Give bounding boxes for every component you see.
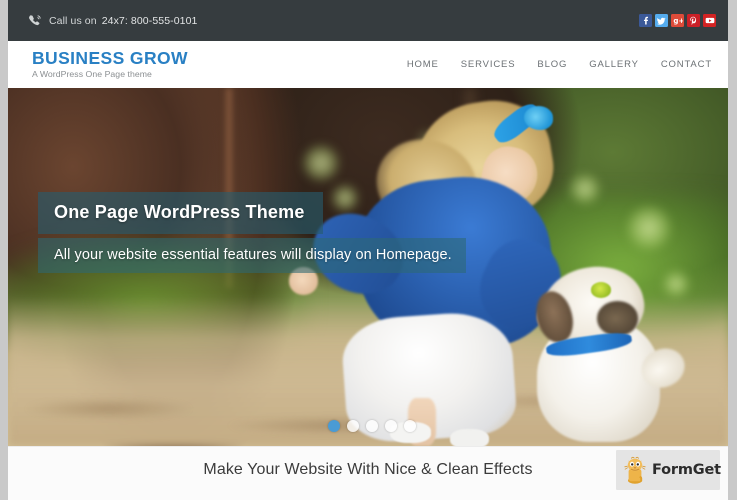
dog-snout xyxy=(596,301,639,336)
nav-item-services[interactable]: SERVICES xyxy=(461,59,516,70)
brand-title: BUSINESS GROW xyxy=(32,47,188,68)
call-label-text: Call us on xyxy=(49,14,97,27)
page-bottom-strip xyxy=(8,492,728,500)
hero-caption-title: One Page WordPress Theme xyxy=(38,192,323,234)
formget-cat-logo-icon xyxy=(622,455,648,485)
nav-item-home[interactable]: HOME xyxy=(407,59,439,70)
bottom-caption-bar: Make Your Website With Nice & Clean Effe… xyxy=(8,446,728,492)
nav-item-gallery[interactable]: GALLERY xyxy=(589,59,639,70)
slider-pagination xyxy=(8,420,728,432)
phone-icon xyxy=(28,14,42,28)
slider-dot-4[interactable] xyxy=(385,420,397,432)
slider-dot-1[interactable] xyxy=(328,420,340,432)
browser-page: Call us on 24x7: 800-555-0101 g+ BUSINESS… xyxy=(8,0,728,492)
svg-text:g+: g+ xyxy=(673,16,683,25)
slider-dot-5[interactable] xyxy=(404,420,416,432)
main-navigation: HOME SERVICES BLOG GALLERY CONTACT xyxy=(407,59,712,70)
bokeh-light xyxy=(627,206,672,251)
brand-subtitle: A WordPress One Page theme xyxy=(32,69,152,80)
nav-item-blog[interactable]: BLOG xyxy=(537,59,567,70)
slider-dot-3[interactable] xyxy=(366,420,378,432)
hero-slider: One Page WordPress Theme All your websit… xyxy=(8,88,728,446)
nav-item-contact[interactable]: CONTACT xyxy=(661,59,712,70)
google-plus-icon[interactable]: g+ xyxy=(671,14,684,27)
twitter-icon[interactable] xyxy=(655,14,668,27)
caption-text: Make Your Website With Nice & Clean Effe… xyxy=(203,460,533,478)
pinterest-icon[interactable] xyxy=(687,14,700,27)
call-us-label: Call us on 24x7: 800-555-0101 xyxy=(49,15,198,27)
site-brand[interactable]: BUSINESS GROW A WordPress One Page theme xyxy=(32,47,188,80)
dog-figure xyxy=(531,257,692,443)
youtube-icon[interactable] xyxy=(703,14,716,27)
hero-caption-subtitle: All your website essential features will… xyxy=(38,238,466,273)
social-links: g+ xyxy=(639,14,716,27)
facebook-icon[interactable] xyxy=(639,14,652,27)
site-header: BUSINESS GROW A WordPress One Page theme… xyxy=(8,41,728,88)
contact-info: Call us on 24x7: 800-555-0101 xyxy=(28,14,198,28)
formget-watermark: FormGet xyxy=(616,450,721,490)
girl-hair-bow xyxy=(523,105,554,130)
dog-treat xyxy=(590,282,612,298)
formget-brand-text: FormGet xyxy=(652,462,721,478)
phone-number: 24x7: 800-555-0101 xyxy=(101,14,198,27)
top-utility-bar: Call us on 24x7: 800-555-0101 g+ xyxy=(8,0,728,41)
bokeh-light xyxy=(569,173,600,204)
slider-dot-2[interactable] xyxy=(347,420,359,432)
